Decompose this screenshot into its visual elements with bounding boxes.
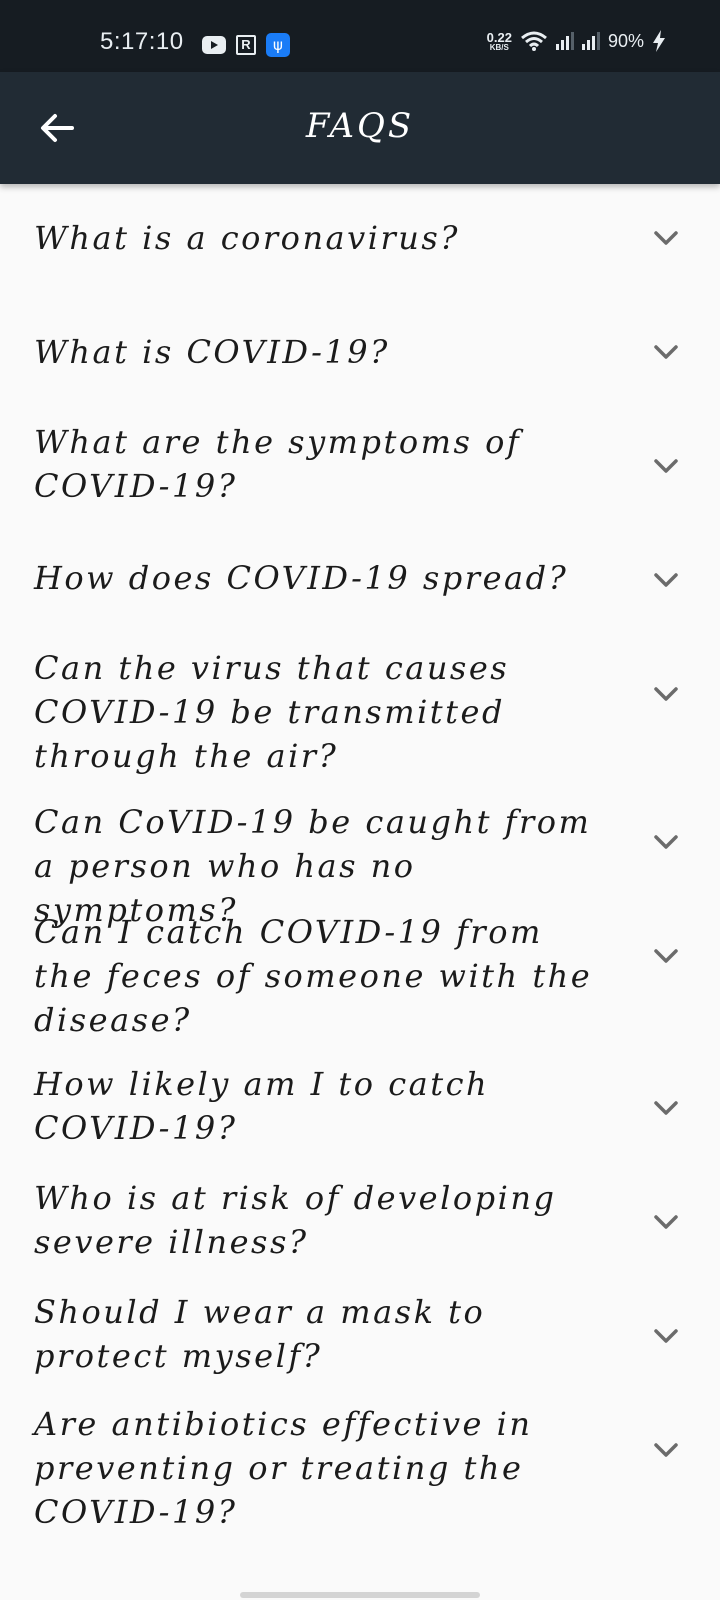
faq-question: Can the virus that causes COVID-19 be tr… (34, 649, 510, 775)
faq-item[interactable]: What are the symptoms of COVID-19? (0, 412, 720, 526)
battery-level: 90% (607, 30, 644, 51)
faq-item[interactable]: What is COVID-19? (0, 298, 720, 412)
network-speed: 0.22 KB/S (487, 31, 512, 52)
faq-item[interactable]: Are antibiotics effective in preventing … (0, 1396, 720, 1546)
faq-item[interactable]: Can I catch COVID-19 from the feces of s… (0, 908, 720, 1054)
faq-question: How does COVID-19 spread? (34, 559, 569, 597)
faq-item[interactable]: What is a coronavirus? (0, 184, 720, 298)
chevron-down-icon[interactable] (651, 1212, 681, 1232)
charging-bolt-icon (653, 30, 665, 52)
chevron-down-icon[interactable] (651, 228, 681, 248)
faq-question: Who is at risk of developing severe illn… (34, 1179, 557, 1261)
chevron-down-icon[interactable] (651, 1098, 681, 1118)
faq-item[interactable]: Can CoVID-19 be caught from a person who… (0, 794, 720, 929)
chevron-down-icon[interactable] (651, 832, 681, 852)
faq-item[interactable]: How does COVID-19 spread? (0, 526, 720, 640)
faq-item[interactable]: Should I wear a mask to protect myself? (0, 1282, 720, 1396)
chevron-down-icon[interactable] (651, 570, 681, 590)
notification-icons: R ψ (202, 33, 290, 57)
signal-icon (555, 32, 574, 50)
status-time: 5:17:10 (100, 28, 184, 55)
faq-question: Are antibiotics effective in preventing … (34, 1405, 533, 1531)
chevron-down-icon[interactable] (651, 1440, 681, 1460)
faq-question: Can I catch COVID-19 from the feces of s… (34, 913, 593, 1039)
faq-question: Should I wear a mask to protect myself? (34, 1293, 486, 1375)
youtube-icon (202, 36, 226, 54)
faq-question: What is a coronavirus? (34, 219, 460, 257)
page-title: FAQS (305, 106, 415, 146)
faq-item[interactable]: Can the virus that causes COVID-19 be tr… (0, 640, 720, 794)
chevron-down-icon[interactable] (651, 342, 681, 362)
usb-icon: ψ (266, 33, 290, 57)
wifi-icon (521, 31, 547, 51)
chevron-down-icon[interactable] (651, 684, 681, 704)
app-bar: FAQS (0, 72, 720, 184)
signal-icon (581, 32, 600, 50)
chevron-down-icon[interactable] (651, 946, 681, 966)
system-icons: 0.22 KB/S 90% (487, 30, 666, 52)
faq-question: What are the symptoms of COVID-19? (34, 423, 522, 505)
chevron-down-icon[interactable] (651, 1326, 681, 1346)
faq-item[interactable]: Who is at risk of developing severe illn… (0, 1168, 720, 1282)
status-bar: 5:17:10 R ψ 0.22 KB/S 90% (0, 0, 720, 72)
faq-question: How likely am I to catch COVID-19? (34, 1065, 490, 1147)
network-speed-unit: KB/S (489, 42, 509, 52)
chevron-down-icon[interactable] (651, 456, 681, 476)
home-indicator[interactable] (240, 1592, 480, 1598)
faq-question: What is COVID-19? (34, 333, 390, 371)
faq-item[interactable]: How likely am I to catch COVID-19? (0, 1054, 720, 1168)
r-app-icon: R (236, 35, 256, 55)
network-speed-value: 0.22 (486, 29, 512, 45)
